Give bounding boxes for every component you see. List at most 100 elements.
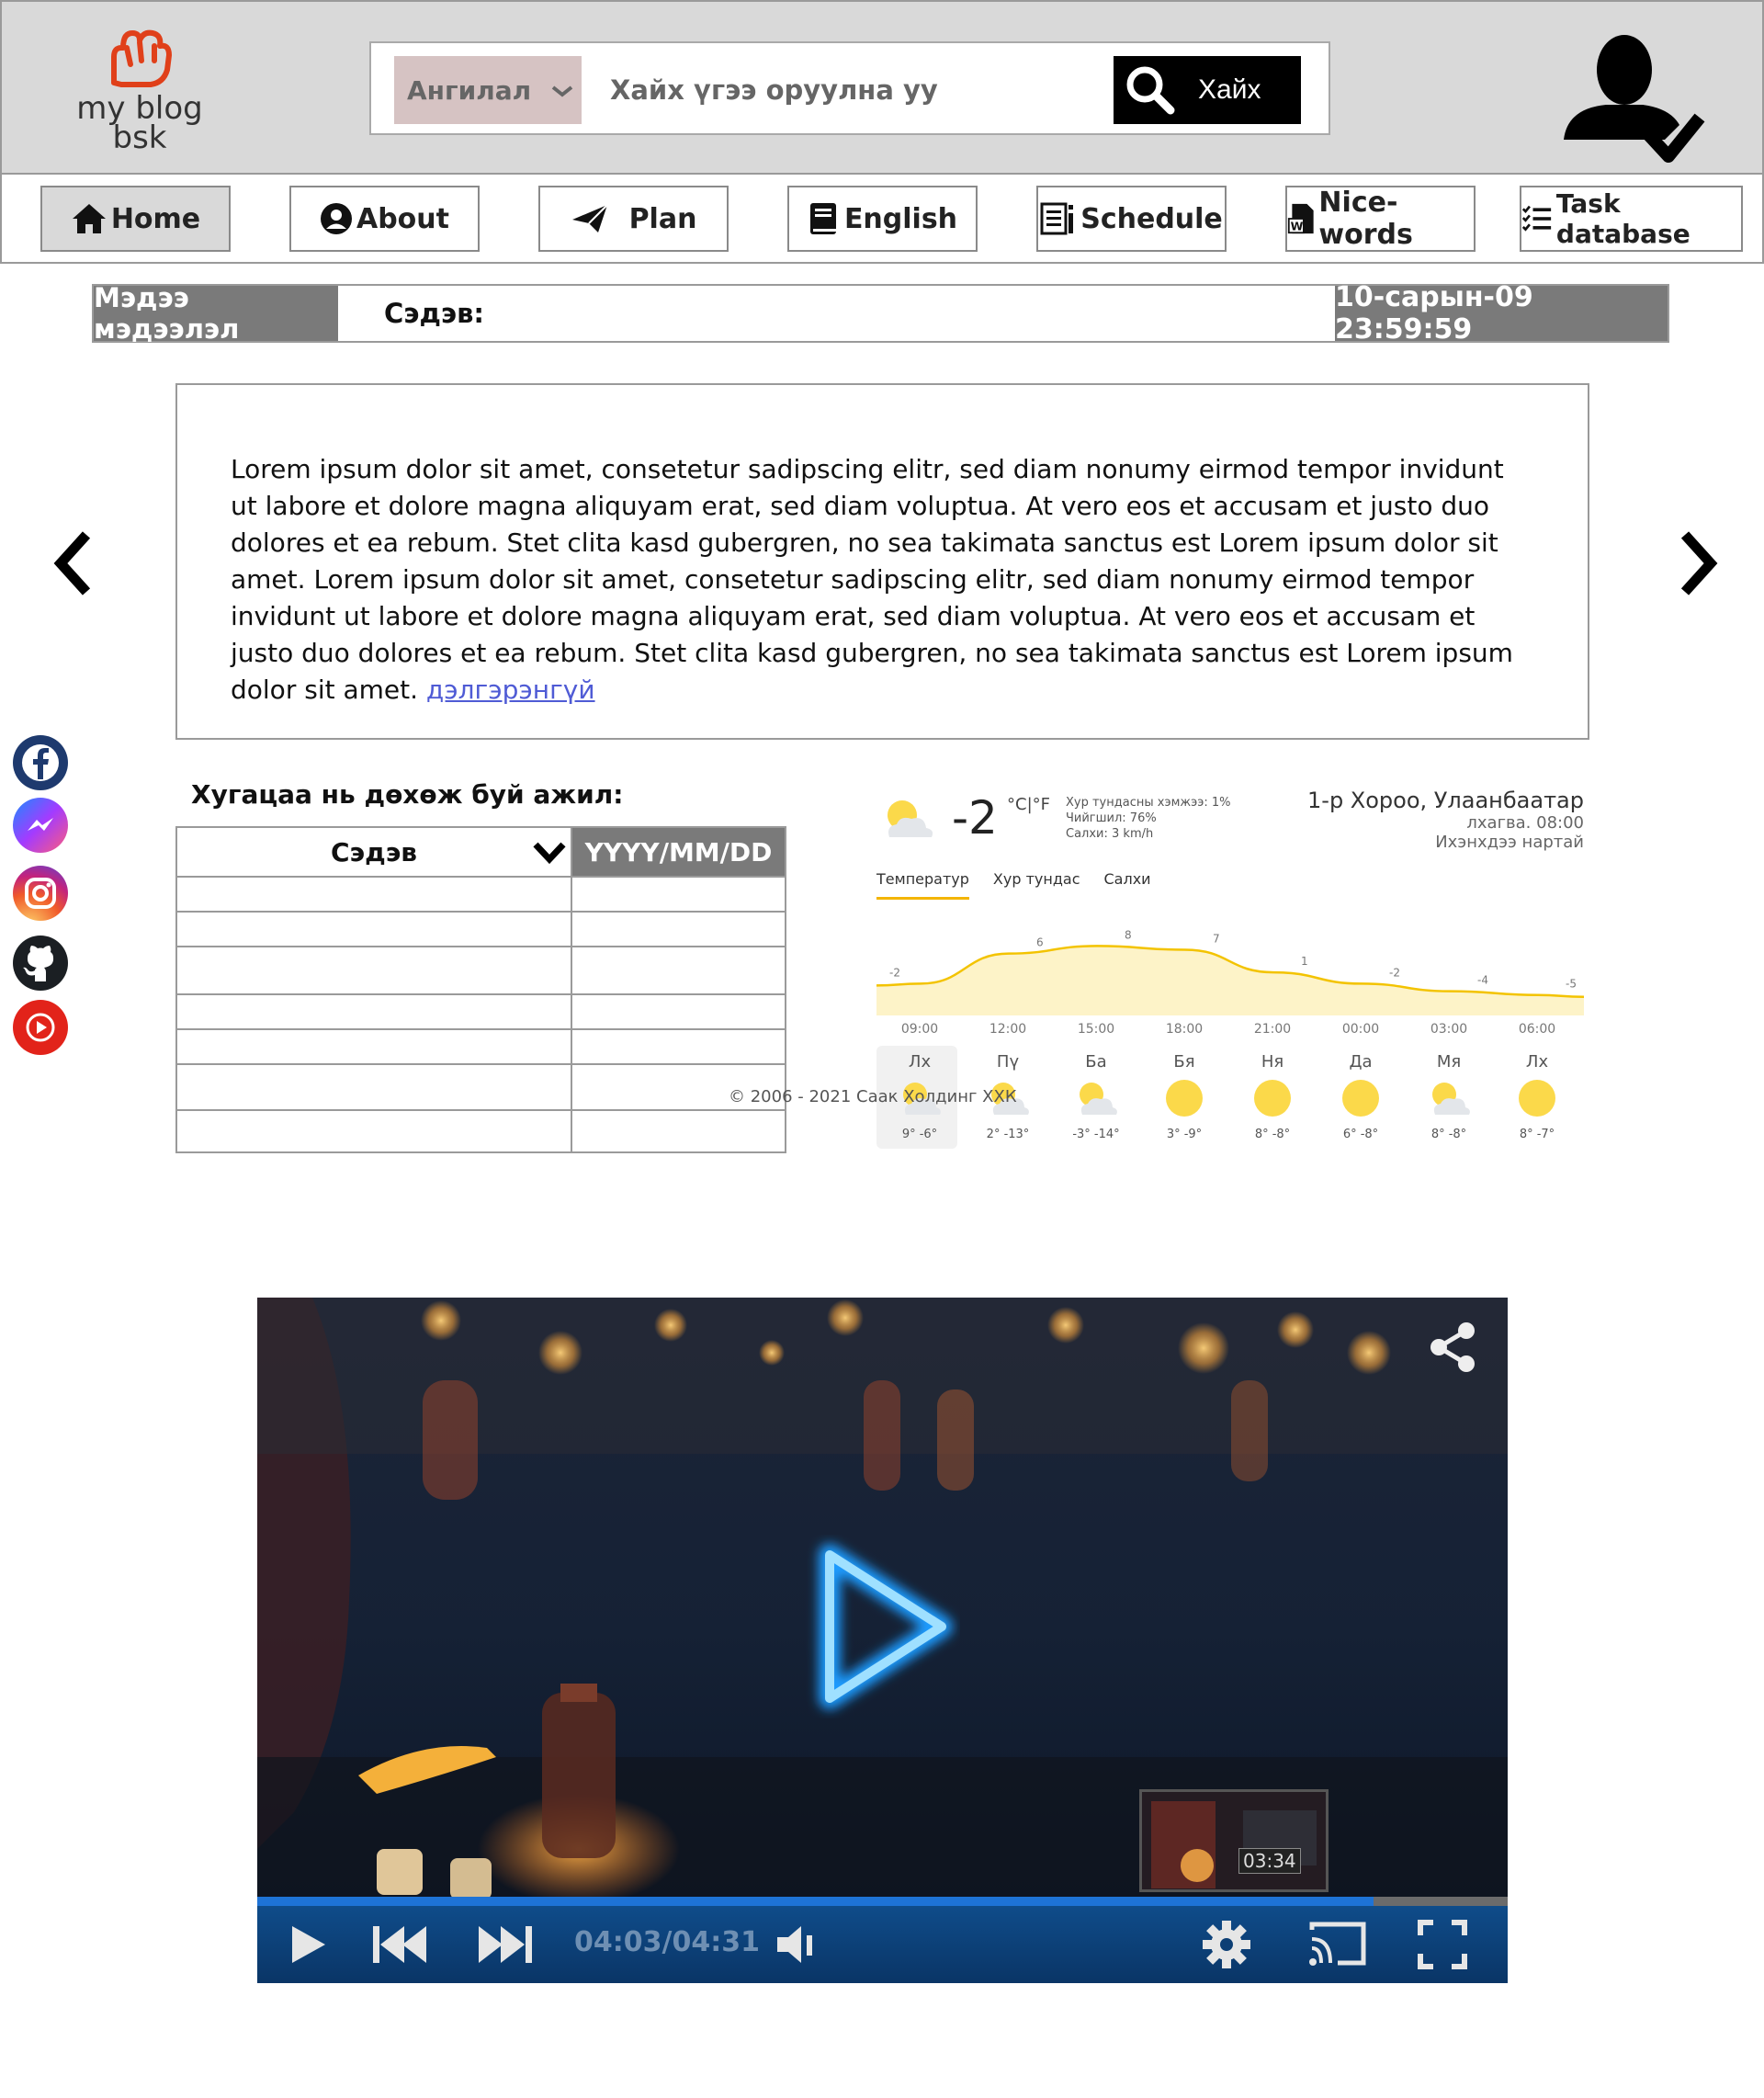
- nav-schedule-label: Schedule: [1080, 202, 1223, 235]
- preview-thumbnail: [1139, 1789, 1329, 1892]
- article-card: Lorem ipsum dolor sit amet, consetetur s…: [175, 383, 1589, 740]
- next-arrow-button[interactable]: [1670, 522, 1725, 605]
- column-topic-label: Сэдэв: [330, 836, 418, 868]
- svg-text:W: W: [1291, 220, 1304, 233]
- temperature-unit-toggle[interactable]: °C|°F: [1007, 795, 1050, 814]
- share-icon[interactable]: [1426, 1320, 1481, 1375]
- table-row[interactable]: [177, 1111, 785, 1151]
- video-progress-bar[interactable]: [257, 1897, 1508, 1906]
- chevron-left-icon: [53, 531, 91, 595]
- chart-point-label: 6: [1036, 936, 1044, 949]
- github-button[interactable]: [13, 936, 68, 991]
- nav-plan-label: Plan: [628, 202, 697, 235]
- table-row[interactable]: [177, 947, 785, 995]
- footer-copyright: © 2006 - 2021 Саак Холдинг ХХК: [729, 1087, 1017, 1106]
- table-row[interactable]: [177, 1030, 785, 1065]
- nav-about[interactable]: About: [289, 186, 480, 252]
- forecast-hour: 15:00: [1077, 1022, 1115, 1037]
- skip-forward-icon[interactable]: [473, 1917, 537, 1972]
- site-logo[interactable]: my blog bsk: [66, 28, 213, 156]
- nav-home[interactable]: Home: [40, 186, 231, 252]
- forecast-hour: 12:00: [989, 1022, 1027, 1037]
- user-verified-icon[interactable]: [1555, 29, 1711, 169]
- chart-point-label: -5: [1566, 978, 1577, 991]
- table-row[interactable]: [177, 995, 785, 1030]
- forecast-hour: 18:00: [1165, 1022, 1204, 1037]
- cast-icon[interactable]: [1305, 1917, 1369, 1972]
- play-icon[interactable]: [285, 1917, 331, 1972]
- nav-english[interactable]: English: [787, 186, 978, 252]
- weather-details: Хур тундасны хэмжээ: 1% Чийгшил: 76% Сал…: [1066, 795, 1231, 842]
- youtube-button[interactable]: [13, 1000, 68, 1055]
- settings-gear-icon[interactable]: [1199, 1917, 1254, 1972]
- nav-task-database[interactable]: Task database: [1520, 186, 1743, 252]
- messenger-button[interactable]: [13, 798, 68, 853]
- nav-schedule[interactable]: Schedule: [1036, 186, 1227, 252]
- forecast-day-name[interactable]: Мя: [1417, 1052, 1481, 1072]
- video-time: 04:03/04:31: [574, 1926, 760, 1958]
- forecast-day-name[interactable]: Пү: [976, 1052, 1040, 1072]
- prev-arrow-button[interactable]: [46, 522, 101, 605]
- forecast-day-range: 9° -6°: [901, 1128, 938, 1141]
- messenger-icon: [28, 818, 53, 831]
- humidity-text: Чийгшил: 76%: [1066, 811, 1157, 825]
- sun-icon: [1519, 1080, 1555, 1117]
- video-progress-fill: [257, 1897, 1374, 1906]
- instagram-button[interactable]: [13, 866, 68, 921]
- tab-wind[interactable]: Салхи: [1104, 870, 1151, 900]
- skip-back-icon[interactable]: [368, 1917, 432, 1972]
- nav-plan[interactable]: Plan: [538, 186, 729, 252]
- forecast-day-name[interactable]: Ба: [1064, 1052, 1128, 1072]
- sort-chevron-icon[interactable]: [532, 839, 567, 871]
- nav-english-label: English: [843, 202, 958, 235]
- play-big-icon[interactable]: [804, 1535, 960, 1718]
- volume-icon[interactable]: [772, 1917, 827, 1972]
- chevron-right-icon: [1680, 531, 1718, 595]
- weather-location: 1-р Хороо, Улаанбаатар: [1307, 788, 1584, 813]
- category-label: Ангилал: [407, 74, 532, 106]
- table-row[interactable]: [177, 1065, 785, 1111]
- forecast-day-range: 8° -8°: [1430, 1128, 1467, 1141]
- forecast-day-name[interactable]: Бя: [1152, 1052, 1216, 1072]
- table-cell: [177, 1111, 572, 1151]
- user-circle-icon: [320, 203, 352, 234]
- search-input[interactable]: [610, 56, 1088, 124]
- facebook-button[interactable]: [13, 735, 68, 790]
- tab-temperature[interactable]: Температур: [876, 870, 969, 900]
- table-cell: [177, 1030, 572, 1063]
- tab-precipitation[interactable]: Хур тундас: [993, 870, 1080, 900]
- forecast-day-range: 8° -7°: [1519, 1128, 1555, 1141]
- table-cell: [177, 947, 572, 993]
- table-row[interactable]: [177, 878, 785, 913]
- search-bar: Ангилал Хайх: [369, 41, 1330, 135]
- precipitation-text: Хур тундасны хэмжээ: 1%: [1066, 796, 1231, 810]
- forecast-day-range: 8° -8°: [1254, 1128, 1291, 1141]
- forecast-day-name[interactable]: Лх: [888, 1052, 952, 1072]
- chart-point-label: 7: [1213, 933, 1220, 946]
- forecast-hour: 00:00: [1341, 1022, 1380, 1037]
- forecast-hour: 09:00: [900, 1022, 939, 1037]
- video-player[interactable]: 03:34 04:03/04:31: [257, 1298, 1508, 1983]
- forecast-hour: 03:00: [1430, 1022, 1468, 1037]
- table-row[interactable]: [177, 913, 785, 947]
- task-list-icon: [1521, 205, 1552, 232]
- logo-line2: bsk: [112, 119, 167, 156]
- forecast-day-name[interactable]: Лх: [1505, 1052, 1569, 1072]
- wind-text: Салхи: 3 km/h: [1066, 827, 1154, 841]
- chevron-down-icon: [551, 77, 573, 103]
- table-cell: [177, 995, 572, 1028]
- category-dropdown[interactable]: Ангилал: [394, 56, 582, 124]
- forecast-day-name[interactable]: Ня: [1240, 1052, 1305, 1072]
- forecast-day-range: 2° -13°: [986, 1128, 1030, 1141]
- table-cell: [177, 1065, 572, 1109]
- chart-point-label: 8: [1125, 928, 1132, 941]
- column-topic-header[interactable]: Сэдэв: [177, 828, 572, 878]
- forecast-day-name[interactable]: Да: [1329, 1052, 1393, 1072]
- preview-time: 03:34: [1238, 1848, 1301, 1874]
- fullscreen-icon[interactable]: [1415, 1917, 1470, 1972]
- read-more-link[interactable]: дэлгэрэнгүй: [426, 675, 595, 705]
- nav-nice-words[interactable]: W Nice-words: [1285, 186, 1476, 252]
- column-date-header[interactable]: YYYY/MM/DD: [572, 828, 785, 878]
- search-button[interactable]: Хайх: [1114, 56, 1301, 124]
- home-icon: [72, 204, 106, 233]
